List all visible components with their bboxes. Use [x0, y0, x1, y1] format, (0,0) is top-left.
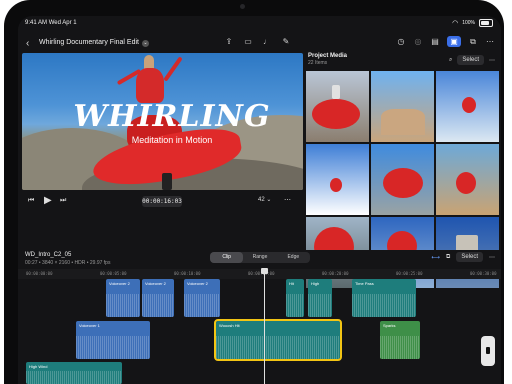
clip-name: WD_Intro_C2_05 [25, 252, 72, 258]
timeline-clip[interactable]: Hit [286, 279, 304, 317]
play-icon[interactable]: ▶ [44, 195, 52, 206]
zoom-level[interactable]: 42 ⌄ [258, 196, 271, 203]
chevron-down-icon[interactable]: ⌄ [141, 40, 149, 47]
transport-bar: ⏮ ▶ ⏭ 00:00:16:03 42 ⌄ ⋯ [22, 192, 303, 212]
title-overlay[interactable]: WHIRLING Meditation in Motion [72, 99, 272, 145]
battery-icon [479, 19, 493, 27]
more-icon[interactable]: ⋯ [284, 196, 291, 204]
compass-icon[interactable]: ◎ [413, 37, 423, 46]
timeline-clip[interactable]: Sparks [380, 321, 420, 359]
clip-meta: 00:27 • 3840 × 2160 • HDR • 29.97 fps [25, 260, 111, 266]
timeline-clip[interactable]: High Wind [26, 362, 122, 384]
mic-icon[interactable]: ♩ [262, 37, 272, 46]
project-media-panel: Project Media 22 Items ⌕ Select ⋯ [306, 53, 501, 288]
timeline-clip[interactable]: High [308, 279, 332, 317]
video-title-text: WHIRLING [73, 99, 271, 134]
segment-range[interactable]: Range [243, 252, 276, 263]
segment-clip[interactable]: Clip [210, 252, 244, 263]
front-camera [240, 4, 245, 9]
video-subtitle-text: Meditation in Motion [131, 135, 213, 145]
media-thumbnail[interactable] [371, 144, 434, 215]
search-icon[interactable]: ⌕ [449, 57, 452, 64]
clip-appearance-icon[interactable]: ⧉ [446, 254, 450, 261]
timeline-clip[interactable]: Voiceover 2 [184, 279, 220, 317]
media-thumbnail[interactable] [436, 71, 499, 142]
media-thumbnail[interactable] [436, 144, 499, 215]
timeline-ruler[interactable]: 00:00:00:00 00:00:05:00 00:00:10:00 00:0… [18, 269, 501, 279]
media-thumbnail[interactable] [306, 71, 369, 142]
media-count: 22 Items [308, 60, 328, 66]
select-button[interactable]: Select [457, 55, 484, 65]
more-icon[interactable]: ⋯ [489, 57, 495, 64]
status-bar: 9:41 AM Wed Apr 1 ◠ 100% [18, 16, 501, 30]
battery-label: 100% [462, 20, 475, 26]
skip-forward-icon[interactable]: ⏭ [60, 197, 66, 205]
chevron-left-icon[interactable]: ‹ [26, 38, 29, 49]
timeline-clip-selected[interactable]: Wooosh Hit [214, 319, 342, 361]
skip-back-icon[interactable]: ⏮ [28, 197, 34, 205]
timeline-select-button[interactable]: Select [456, 252, 483, 262]
segment-edge[interactable]: Edge [277, 252, 310, 263]
import-icon[interactable]: ⇪ [224, 37, 234, 46]
camera-icon[interactable]: ▭ [243, 37, 253, 46]
inspector-icon[interactable]: ▤ [430, 37, 440, 46]
status-time: 9:41 AM Wed Apr 1 [25, 20, 77, 26]
toolbar: ‹ Whirling Documentary Final Edit ⌄ ⇪ ▭ ♩… [18, 34, 501, 54]
timeline-clip[interactable]: Time Pass [352, 279, 416, 317]
timeline-clip[interactable]: Voiceover 2 [142, 279, 174, 317]
media-browser-icon[interactable]: ▣ [447, 36, 461, 47]
snapping-icon[interactable]: ⟷ [431, 254, 440, 261]
more-icon[interactable]: ⋯ [485, 37, 495, 46]
media-thumbnail[interactable] [306, 144, 369, 215]
timer-icon[interactable]: ◷ [396, 37, 406, 46]
project-title[interactable]: Whirling Documentary Final Edit ⌄ [39, 39, 149, 47]
layers-icon[interactable]: ⧉ [468, 37, 478, 47]
live-draw-icon[interactable]: ✎ [281, 37, 291, 46]
ipad-frame: 9:41 AM Wed Apr 1 ◠ 100% ‹ Whirling Docu… [4, 0, 504, 384]
playhead[interactable] [261, 268, 268, 384]
app-screen: 9:41 AM Wed Apr 1 ◠ 100% ‹ Whirling Docu… [18, 16, 501, 384]
wifi-icon: ◠ [452, 20, 459, 27]
timeline-clip[interactable]: Voiceover 2 [106, 279, 140, 317]
video-viewer[interactable]: WHIRLING Meditation in Motion [22, 53, 303, 190]
timeline-clip[interactable]: Voiceover 1 [76, 321, 150, 359]
more-icon[interactable]: ⋯ [489, 254, 495, 261]
edit-mode-segmented-control: Clip Range Edge [210, 252, 310, 263]
media-title: Project Media [308, 53, 348, 59]
timeline-scroll-handle[interactable] [481, 336, 495, 366]
timecode-display[interactable]: 00:00:16:03 [142, 196, 182, 207]
media-thumbnail[interactable] [371, 71, 434, 142]
